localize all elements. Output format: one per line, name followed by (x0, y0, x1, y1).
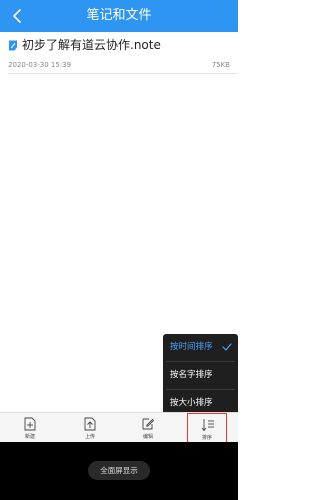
file-list-item[interactable]: 初步了解有道云协作.note 2020-03-30 15:39 75KB (0, 32, 238, 72)
new-file-icon (24, 417, 36, 431)
sort-by-time-label: 按时间排序 (170, 342, 213, 352)
file-name: 初步了解有道云协作.note (22, 38, 161, 52)
sort-icon (201, 419, 214, 432)
sort-button[interactable]: 排序 (187, 413, 227, 443)
system-nav-bar: 全面屏显示 (0, 442, 238, 500)
file-date: 2020-03-30 15:39 (8, 61, 72, 69)
edit-button[interactable]: 编辑 (128, 413, 168, 443)
sort-by-name-label: 按名字排序 (170, 370, 213, 380)
page-title: 笔记和文件 (86, 8, 152, 23)
list-divider (8, 73, 238, 74)
upload-icon (84, 417, 96, 431)
upload-label: 上传 (84, 434, 95, 440)
upload-button[interactable]: 上传 (70, 413, 110, 443)
sort-by-size-label: 按大小排序 (170, 398, 213, 408)
sort-label: 排序 (201, 435, 212, 441)
fullscreen-button[interactable]: 全面屏显示 (88, 461, 150, 480)
bottom-toolbar: 新建 上传 编辑 排序 (0, 412, 238, 443)
sort-menu: 按时间排序 按名字排序 按大小排序 (163, 334, 238, 416)
edit-label: 编辑 (142, 434, 153, 440)
file-size: 75KB (211, 61, 230, 69)
note-icon (9, 40, 17, 51)
sort-by-name-option[interactable]: 按名字排序 (163, 362, 238, 389)
new-button[interactable]: 新建 (10, 413, 50, 443)
checkmark-icon (222, 343, 232, 351)
edit-icon (142, 418, 155, 430)
top-app-bar: 笔记和文件 (0, 0, 238, 32)
sort-by-time-option[interactable]: 按时间排序 (163, 334, 238, 361)
new-label: 新建 (24, 434, 35, 440)
